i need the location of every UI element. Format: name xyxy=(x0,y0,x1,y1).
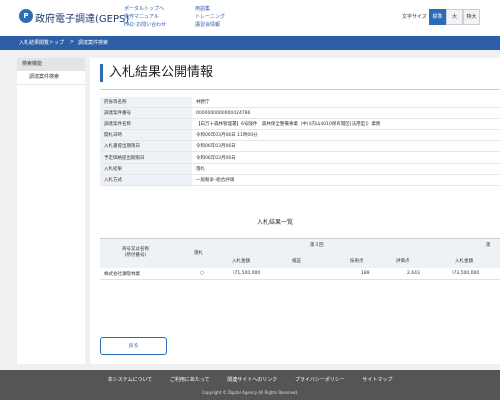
row-award: ○ xyxy=(200,271,204,276)
back-button[interactable]: 戻る xyxy=(100,337,167,355)
footer-link-sitemap[interactable]: サイトマップ xyxy=(362,377,392,383)
breadcrumb-current: 調達案件検索 xyxy=(78,40,109,46)
info-value: 一般競争･総合評価 xyxy=(192,174,500,186)
header-next-round: 第 xyxy=(486,243,491,248)
sidebar: 検索機能 調達案件検索 xyxy=(17,58,85,364)
footer-link-related[interactable]: 関連サイトへのリンク xyxy=(227,377,277,383)
sidebar-heading: 検索機能 xyxy=(17,58,85,71)
header-round: 第３回 xyxy=(310,243,324,248)
page-title: 入札結果公開情報 xyxy=(109,65,214,80)
footer-link-about[interactable]: 本システムについて xyxy=(108,377,153,383)
info-label: 入札方式 xyxy=(100,174,192,186)
info-value: 令和06年03月06日 11時00分 xyxy=(192,129,500,142)
font-size-xlarge-button[interactable]: 特大 xyxy=(463,9,480,25)
row-bid-amount-next: \73,500,000 xyxy=(452,271,480,276)
info-label: 入札結果 xyxy=(100,163,192,175)
site-footer: 本システムについて ご利用にあたって 関連サイトへのリンク プライバシーポリシー… xyxy=(0,370,500,400)
info-label: 府省等名称 xyxy=(100,97,192,109)
table-row: 株式会社瀬阪林業 ○ \71,500,000 189 2.643 \73,500… xyxy=(100,268,500,280)
header-tech-score: 技術点 xyxy=(350,259,364,264)
header-check: 検証 xyxy=(292,259,301,264)
footer-links: 本システムについて ご利用にあたって 関連サイトへのリンク プライバシーポリシー… xyxy=(0,376,500,383)
row-bid-amount: \71,500,000 xyxy=(233,271,261,276)
header-bid-amount-next: 入札金額 xyxy=(455,259,473,264)
site-header: P 政府電子調達(GEPS) ポータルトップへ 操作マニュアル FAQ･お問い合… xyxy=(0,0,500,36)
info-row: 入札結果 落札 xyxy=(100,163,500,175)
info-label: 調達案件番号 xyxy=(100,107,192,120)
info-label: 予定価格提出期限日 xyxy=(100,151,192,164)
font-size-large-button[interactable]: 大 xyxy=(446,9,463,25)
breadcrumb-separator: > xyxy=(70,39,75,45)
breadcrumb-top-link[interactable]: 入札結果閲覧トップ xyxy=(19,39,64,46)
nav-portal-top[interactable]: ポータルトップへ xyxy=(124,5,166,13)
info-table: 府省等名称 林野庁 調達案件番号 0000000000000424786 調達案件名… xyxy=(100,97,500,186)
info-row: 予定価格提出期限日 令和06年03月06日 xyxy=(100,151,500,164)
nav-manual[interactable]: 操作マニュアル xyxy=(124,13,166,21)
row-bidder: 株式会社瀬阪林業 xyxy=(104,272,140,277)
copyright: Copyright © Digital Agency All Rights Re… xyxy=(201,390,299,395)
footer-link-usage[interactable]: ご利用にあたって xyxy=(170,377,210,383)
row-tech-score: 189 xyxy=(361,271,370,276)
info-label: 開札日時 xyxy=(100,129,192,142)
info-value: 【白万十森林管理署】6号険件 森林保全整備事業（中川内山4010保有開区[法用型… xyxy=(192,118,500,131)
nav-faq[interactable]: FAQ･お問い合わせ xyxy=(124,21,166,29)
info-value: 林野庁 xyxy=(192,97,500,109)
info-label: 調達案件名称 xyxy=(100,118,192,131)
info-value: 令和06年03月06日 xyxy=(192,140,500,153)
info-row: 調達案件番号 0000000000000424786 xyxy=(100,107,500,120)
header-nav-left: ポータルトップへ 操作マニュアル FAQ･お問い合わせ xyxy=(124,5,166,29)
info-row: 開札日時 令和06年03月06日 11時00分 xyxy=(100,129,500,142)
info-value: 令和06年03月06日 xyxy=(192,151,500,164)
header-bidder: 商号又は名称 (所付番号) xyxy=(122,247,149,258)
result-list-title: 入札結果一覧 xyxy=(256,219,293,226)
header-nav-right: 用語集 トレーニング 講習会情報 xyxy=(195,5,225,29)
font-size-standard-button[interactable]: 標準 xyxy=(429,9,446,25)
nav-training[interactable]: トレーニング xyxy=(195,13,225,21)
font-size-label: 文字サイズ xyxy=(402,14,427,20)
row-eval-score: 2.643 xyxy=(407,271,420,276)
header-award: 落札 xyxy=(194,251,203,256)
sidebar-item-search[interactable]: 調達案件検索 xyxy=(17,71,85,85)
main-content: 入札結果公開情報 府省等名称 林野庁 調達案件番号 0000000000000424… xyxy=(90,58,500,364)
footer-link-privacy[interactable]: プライバシーポリシー xyxy=(295,377,345,383)
info-row: 調達案件名称 【白万十森林管理署】6号険件 森林保全整備事業（中川内山4010保有… xyxy=(100,118,500,131)
geps-logo-icon[interactable]: P xyxy=(19,9,33,23)
title-divider xyxy=(100,89,500,90)
title-accent-bar xyxy=(100,64,103,82)
header-eval-score: 評価点 xyxy=(396,259,410,264)
info-row: 府省等名称 林野庁 xyxy=(100,97,500,109)
info-row: 入札書提出期限日 令和06年03月06日 xyxy=(100,140,500,153)
info-value: 0000000000000424786 xyxy=(192,107,500,120)
result-table-header: 商号又は名称 (所付番号) 落札 第３回 入札金額 検証 技術点 評価点 入札金… xyxy=(100,238,500,269)
breadcrumb: 入札結果閲覧トップ > 調達案件検索 xyxy=(0,36,500,50)
nav-seminar[interactable]: 講習会情報 xyxy=(195,21,225,29)
nav-glossary[interactable]: 用語集 xyxy=(195,5,225,13)
info-row: 入札方式 一般競争･総合評価 xyxy=(100,174,500,186)
info-value: 落札 xyxy=(192,163,500,175)
site-logo-text[interactable]: 政府電子調達(GEPS) xyxy=(35,10,129,25)
info-label: 入札書提出期限日 xyxy=(100,140,192,153)
header-bid-amount: 入札金額 xyxy=(232,259,250,264)
